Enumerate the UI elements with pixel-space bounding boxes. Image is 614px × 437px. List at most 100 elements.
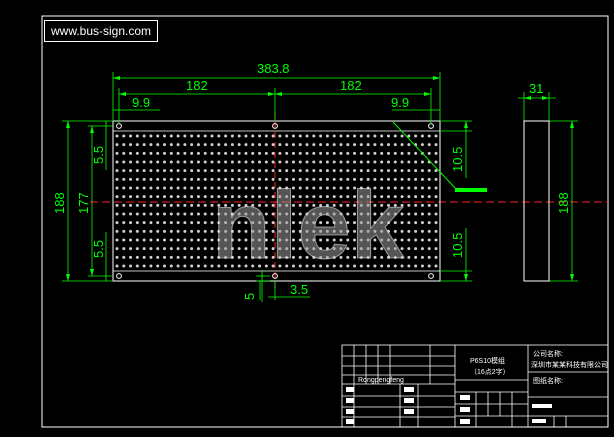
led-dot: [414, 255, 418, 259]
led-dot: [224, 143, 228, 147]
led-dot: [414, 177, 418, 181]
led-dot: [386, 143, 390, 147]
led-dot: [176, 264, 180, 268]
led-dot: [142, 143, 146, 147]
dim-bottom-offset: 3.5: [290, 282, 308, 297]
led-dot: [319, 134, 323, 138]
led-dot: [224, 151, 228, 155]
led-dot: [407, 169, 411, 173]
led-dot: [400, 143, 404, 147]
led-dot: [203, 238, 207, 242]
led-dot: [346, 160, 350, 164]
title-product-line2: （16点2字）: [470, 367, 510, 376]
led-dot: [122, 151, 126, 155]
led-dot: [169, 229, 173, 233]
led-dot: [176, 195, 180, 199]
led-dot: [176, 255, 180, 259]
led-dot: [129, 177, 133, 181]
led-dot: [156, 169, 160, 173]
led-dot: [203, 212, 207, 216]
dim-inner-height: 177: [76, 192, 91, 214]
led-dot: [135, 203, 139, 207]
led-dot: [353, 143, 357, 147]
mount-hole-bottom-left: [116, 273, 122, 279]
led-dot: [366, 160, 370, 164]
led-dot: [224, 160, 228, 164]
led-dot: [190, 160, 194, 164]
led-dot: [217, 151, 221, 155]
led-dot: [129, 212, 133, 216]
led-dot: [163, 221, 167, 225]
dim-margin-bottom: 5.5: [91, 240, 106, 258]
led-dot: [407, 203, 411, 207]
led-dot: [298, 160, 302, 164]
led-dot: [169, 212, 173, 216]
led-dot: [149, 255, 153, 259]
led-dot: [414, 134, 418, 138]
led-dot: [142, 238, 146, 242]
led-dot: [258, 160, 262, 164]
title-block-marks: [346, 387, 552, 424]
led-dot: [149, 247, 153, 251]
led-dot: [176, 212, 180, 216]
led-dot: [183, 134, 187, 138]
led-dot: [420, 221, 424, 225]
led-dot: [149, 212, 153, 216]
led-dot: [156, 247, 160, 251]
led-dot: [251, 134, 255, 138]
led-dot: [135, 264, 139, 268]
led-dot: [176, 134, 180, 138]
led-dot: [427, 238, 431, 242]
led-dot: [312, 143, 316, 147]
led-dot: [176, 238, 180, 242]
led-dot: [135, 221, 139, 225]
led-dot: [115, 238, 119, 242]
led-dot: [190, 151, 194, 155]
led-dot: [230, 151, 234, 155]
led-dot: [434, 212, 438, 216]
led-dot: [176, 203, 180, 207]
led-dot: [217, 143, 221, 147]
led-dot: [319, 143, 323, 147]
led-dot: [237, 143, 241, 147]
led-dot: [122, 195, 126, 199]
led-dot: [156, 229, 160, 233]
led-dot: [359, 160, 363, 164]
led-dot: [427, 143, 431, 147]
led-dot: [407, 264, 411, 268]
led-dot: [196, 229, 200, 233]
led-dot: [298, 143, 302, 147]
title-row-label: Rongpengfeng: [358, 377, 404, 384]
led-dot: [210, 143, 214, 147]
led-dot: [420, 212, 424, 216]
led-dot: [325, 151, 329, 155]
title-company-line1: 公司名称:: [533, 349, 563, 358]
side-view: [523, 120, 550, 282]
title-product-line1: P6S10模组: [470, 356, 505, 365]
led-dot: [244, 160, 248, 164]
led-dot: [298, 134, 302, 138]
led-dot: [285, 143, 289, 147]
led-dot: [319, 151, 323, 155]
led-dot: [407, 151, 411, 155]
led-dot: [400, 134, 404, 138]
dim-hole-bottom: 10.5: [450, 233, 465, 258]
led-dot: [169, 169, 173, 173]
watermark: nlek: [212, 172, 405, 279]
led-dot: [203, 186, 207, 190]
led-dot: [434, 143, 438, 147]
led-dot: [196, 160, 200, 164]
led-dot: [203, 134, 207, 138]
led-dot: [115, 151, 119, 155]
led-dot: [142, 134, 146, 138]
led-dot: [386, 134, 390, 138]
led-dot: [183, 195, 187, 199]
led-dot: [298, 151, 302, 155]
led-dot: [122, 160, 126, 164]
led-dot: [434, 264, 438, 268]
led-dot: [196, 169, 200, 173]
led-dot: [163, 255, 167, 259]
led-dot: [115, 212, 119, 216]
led-dot: [427, 177, 431, 181]
led-dot: [156, 177, 160, 181]
